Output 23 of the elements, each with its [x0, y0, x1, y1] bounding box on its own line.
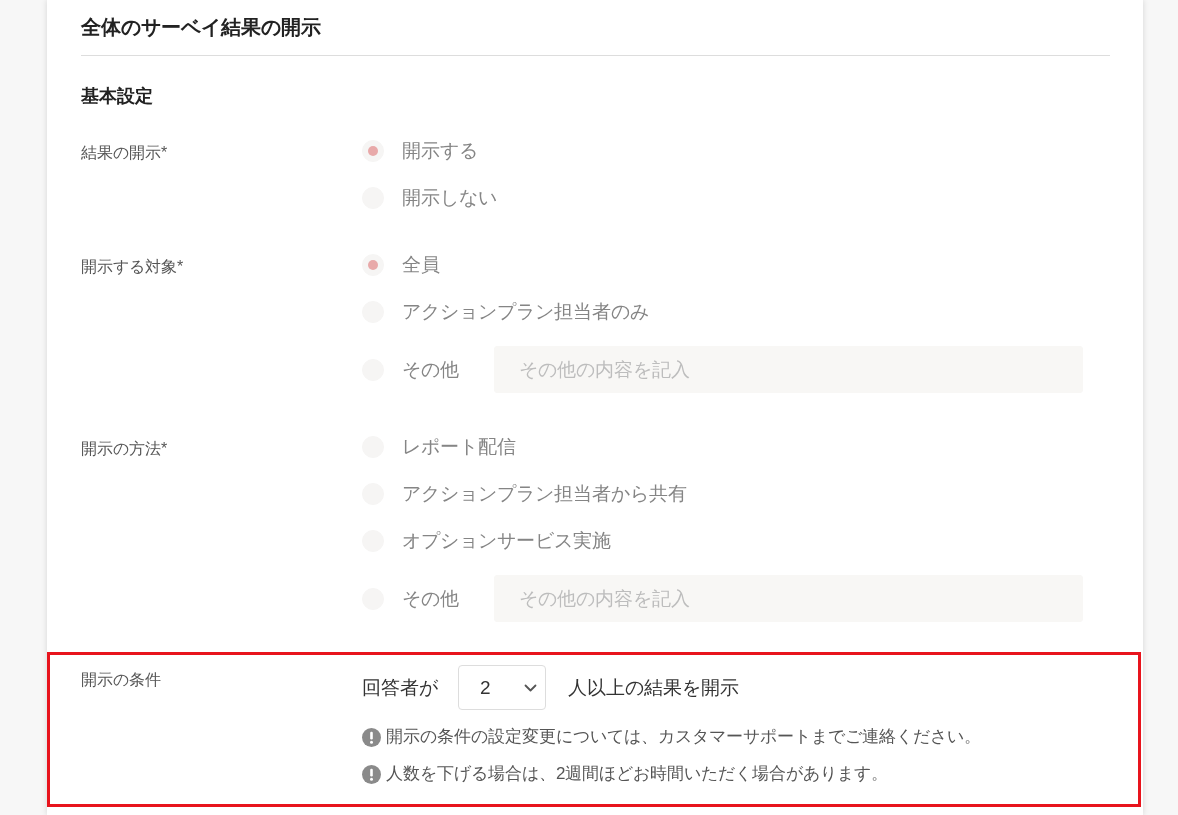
note-text: 開示の条件の設定変更については、カスタマーサポートまでご連絡ください。: [386, 726, 981, 748]
number-select[interactable]: 2: [458, 665, 546, 710]
radio-label: アクションプラン担当者のみ: [402, 300, 649, 324]
condition-text: 回答者が: [362, 675, 438, 700]
field-label: 開示する対象*: [81, 257, 185, 277]
radio-label: アクションプラン担当者から共有: [402, 482, 687, 506]
field-label: 開示の方法*: [81, 439, 169, 459]
field-label: 開示の条件: [81, 670, 162, 690]
chevron-down-icon: [524, 683, 537, 692]
note-text: 人数を下げる場合は、2週間ほどお時間いただく場合があります。: [386, 763, 889, 785]
field-label: 結果の開示*: [81, 143, 169, 163]
radio-label: 全員: [402, 253, 440, 277]
radio-label: レポート配信: [402, 435, 516, 459]
radio-label: 開示する: [402, 139, 478, 163]
radio-label: オプションサービス実施: [402, 529, 611, 553]
radio-label: その他: [402, 586, 459, 611]
radio-label: 開示しない: [402, 186, 497, 210]
group-title: 基本設定: [81, 85, 154, 108]
section-title: 全体のサーベイ結果の開示: [81, 13, 1110, 56]
exclamation-icon: [362, 727, 381, 747]
condition-text: 人以上の結果を開示: [568, 675, 739, 700]
exclamation-icon: [362, 764, 381, 784]
radio-label: その他: [402, 357, 459, 382]
